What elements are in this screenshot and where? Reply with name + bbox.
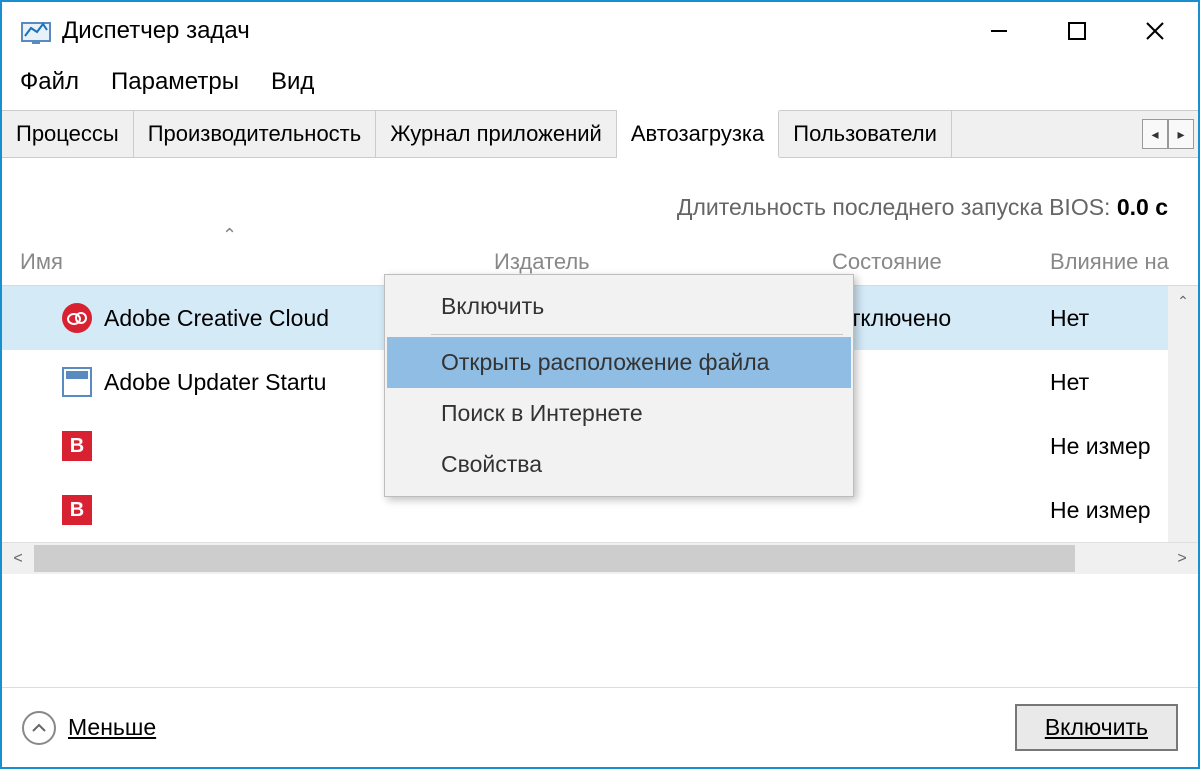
ctx-separator bbox=[431, 334, 843, 335]
tab-startup[interactable]: Автозагрузка bbox=[617, 110, 779, 158]
ctx-search-online[interactable]: Поиск в Интернете bbox=[387, 388, 851, 439]
column-publisher[interactable]: Издатель bbox=[482, 249, 820, 275]
scroll-right-icon[interactable]: > bbox=[1166, 550, 1198, 568]
fewer-label: Меньше bbox=[68, 714, 156, 741]
tab-users[interactable]: Пользователи bbox=[779, 111, 952, 157]
menubar: Файл Параметры Вид bbox=[2, 60, 1198, 110]
tab-performance[interactable]: Производительность bbox=[134, 111, 377, 157]
window-controls bbox=[960, 6, 1194, 56]
b-icon: B bbox=[62, 495, 92, 525]
footer: Меньше Включить bbox=[2, 687, 1198, 767]
creative-cloud-icon bbox=[62, 303, 92, 333]
ctx-open-file-location[interactable]: Открыть расположение файла bbox=[387, 337, 851, 388]
bios-status-value: 0.0 с bbox=[1117, 194, 1168, 220]
scroll-track[interactable] bbox=[34, 543, 1166, 574]
column-state[interactable]: Состояние bbox=[820, 249, 1038, 275]
scroll-thumb[interactable] bbox=[34, 545, 1075, 572]
vertical-scrollbar[interactable]: ⌃ bbox=[1168, 286, 1198, 542]
titlebar: Диспетчер задач bbox=[2, 2, 1198, 60]
chevron-up-icon bbox=[22, 711, 56, 745]
startup-table: Adobe Creative Cloud Adobe Systems Incor… bbox=[2, 286, 1198, 542]
task-manager-icon bbox=[20, 15, 52, 47]
tab-scroll-left[interactable]: ◂ bbox=[1142, 119, 1168, 149]
bios-status-label: Длительность последнего запуска BIOS: bbox=[677, 194, 1111, 220]
bios-status: Длительность последнего запуска BIOS: 0.… bbox=[2, 158, 1198, 249]
menu-view[interactable]: Вид bbox=[271, 68, 314, 96]
ctx-enable[interactable]: Включить bbox=[387, 281, 851, 332]
menu-file[interactable]: Файл bbox=[20, 68, 79, 96]
maximize-button[interactable] bbox=[1038, 6, 1116, 56]
column-name[interactable]: Имя bbox=[2, 249, 482, 275]
enable-button[interactable]: Включить bbox=[1015, 704, 1178, 751]
column-impact[interactable]: Влияние на bbox=[1038, 249, 1198, 275]
minimize-button[interactable] bbox=[960, 6, 1038, 56]
window-title: Диспетчер задач bbox=[62, 17, 960, 45]
menu-options[interactable]: Параметры bbox=[111, 68, 239, 96]
close-button[interactable] bbox=[1116, 6, 1194, 56]
tab-processes[interactable]: Процессы bbox=[2, 111, 134, 157]
fewer-details-button[interactable]: Меньше bbox=[22, 711, 156, 745]
row-name: Adobe Creative Cloud bbox=[104, 305, 329, 332]
horizontal-scrollbar[interactable]: < > bbox=[2, 542, 1198, 574]
scroll-up-icon[interactable]: ⌃ bbox=[1168, 286, 1198, 316]
scroll-left-icon[interactable]: < bbox=[2, 550, 34, 568]
b-icon: B bbox=[62, 431, 92, 461]
sort-indicator-icon: ⌃ bbox=[222, 225, 237, 246]
tab-app-history[interactable]: Журнал приложений bbox=[376, 111, 617, 157]
context-menu: Включить Открыть расположение файла Поис… bbox=[384, 274, 854, 497]
updater-icon bbox=[62, 367, 92, 397]
tab-scroll-right[interactable]: ▸ bbox=[1168, 119, 1194, 149]
ctx-properties[interactable]: Свойства bbox=[387, 439, 851, 490]
tabstrip: Процессы Производительность Журнал прило… bbox=[2, 110, 1198, 158]
row-name: Adobe Updater Startu bbox=[104, 369, 326, 396]
